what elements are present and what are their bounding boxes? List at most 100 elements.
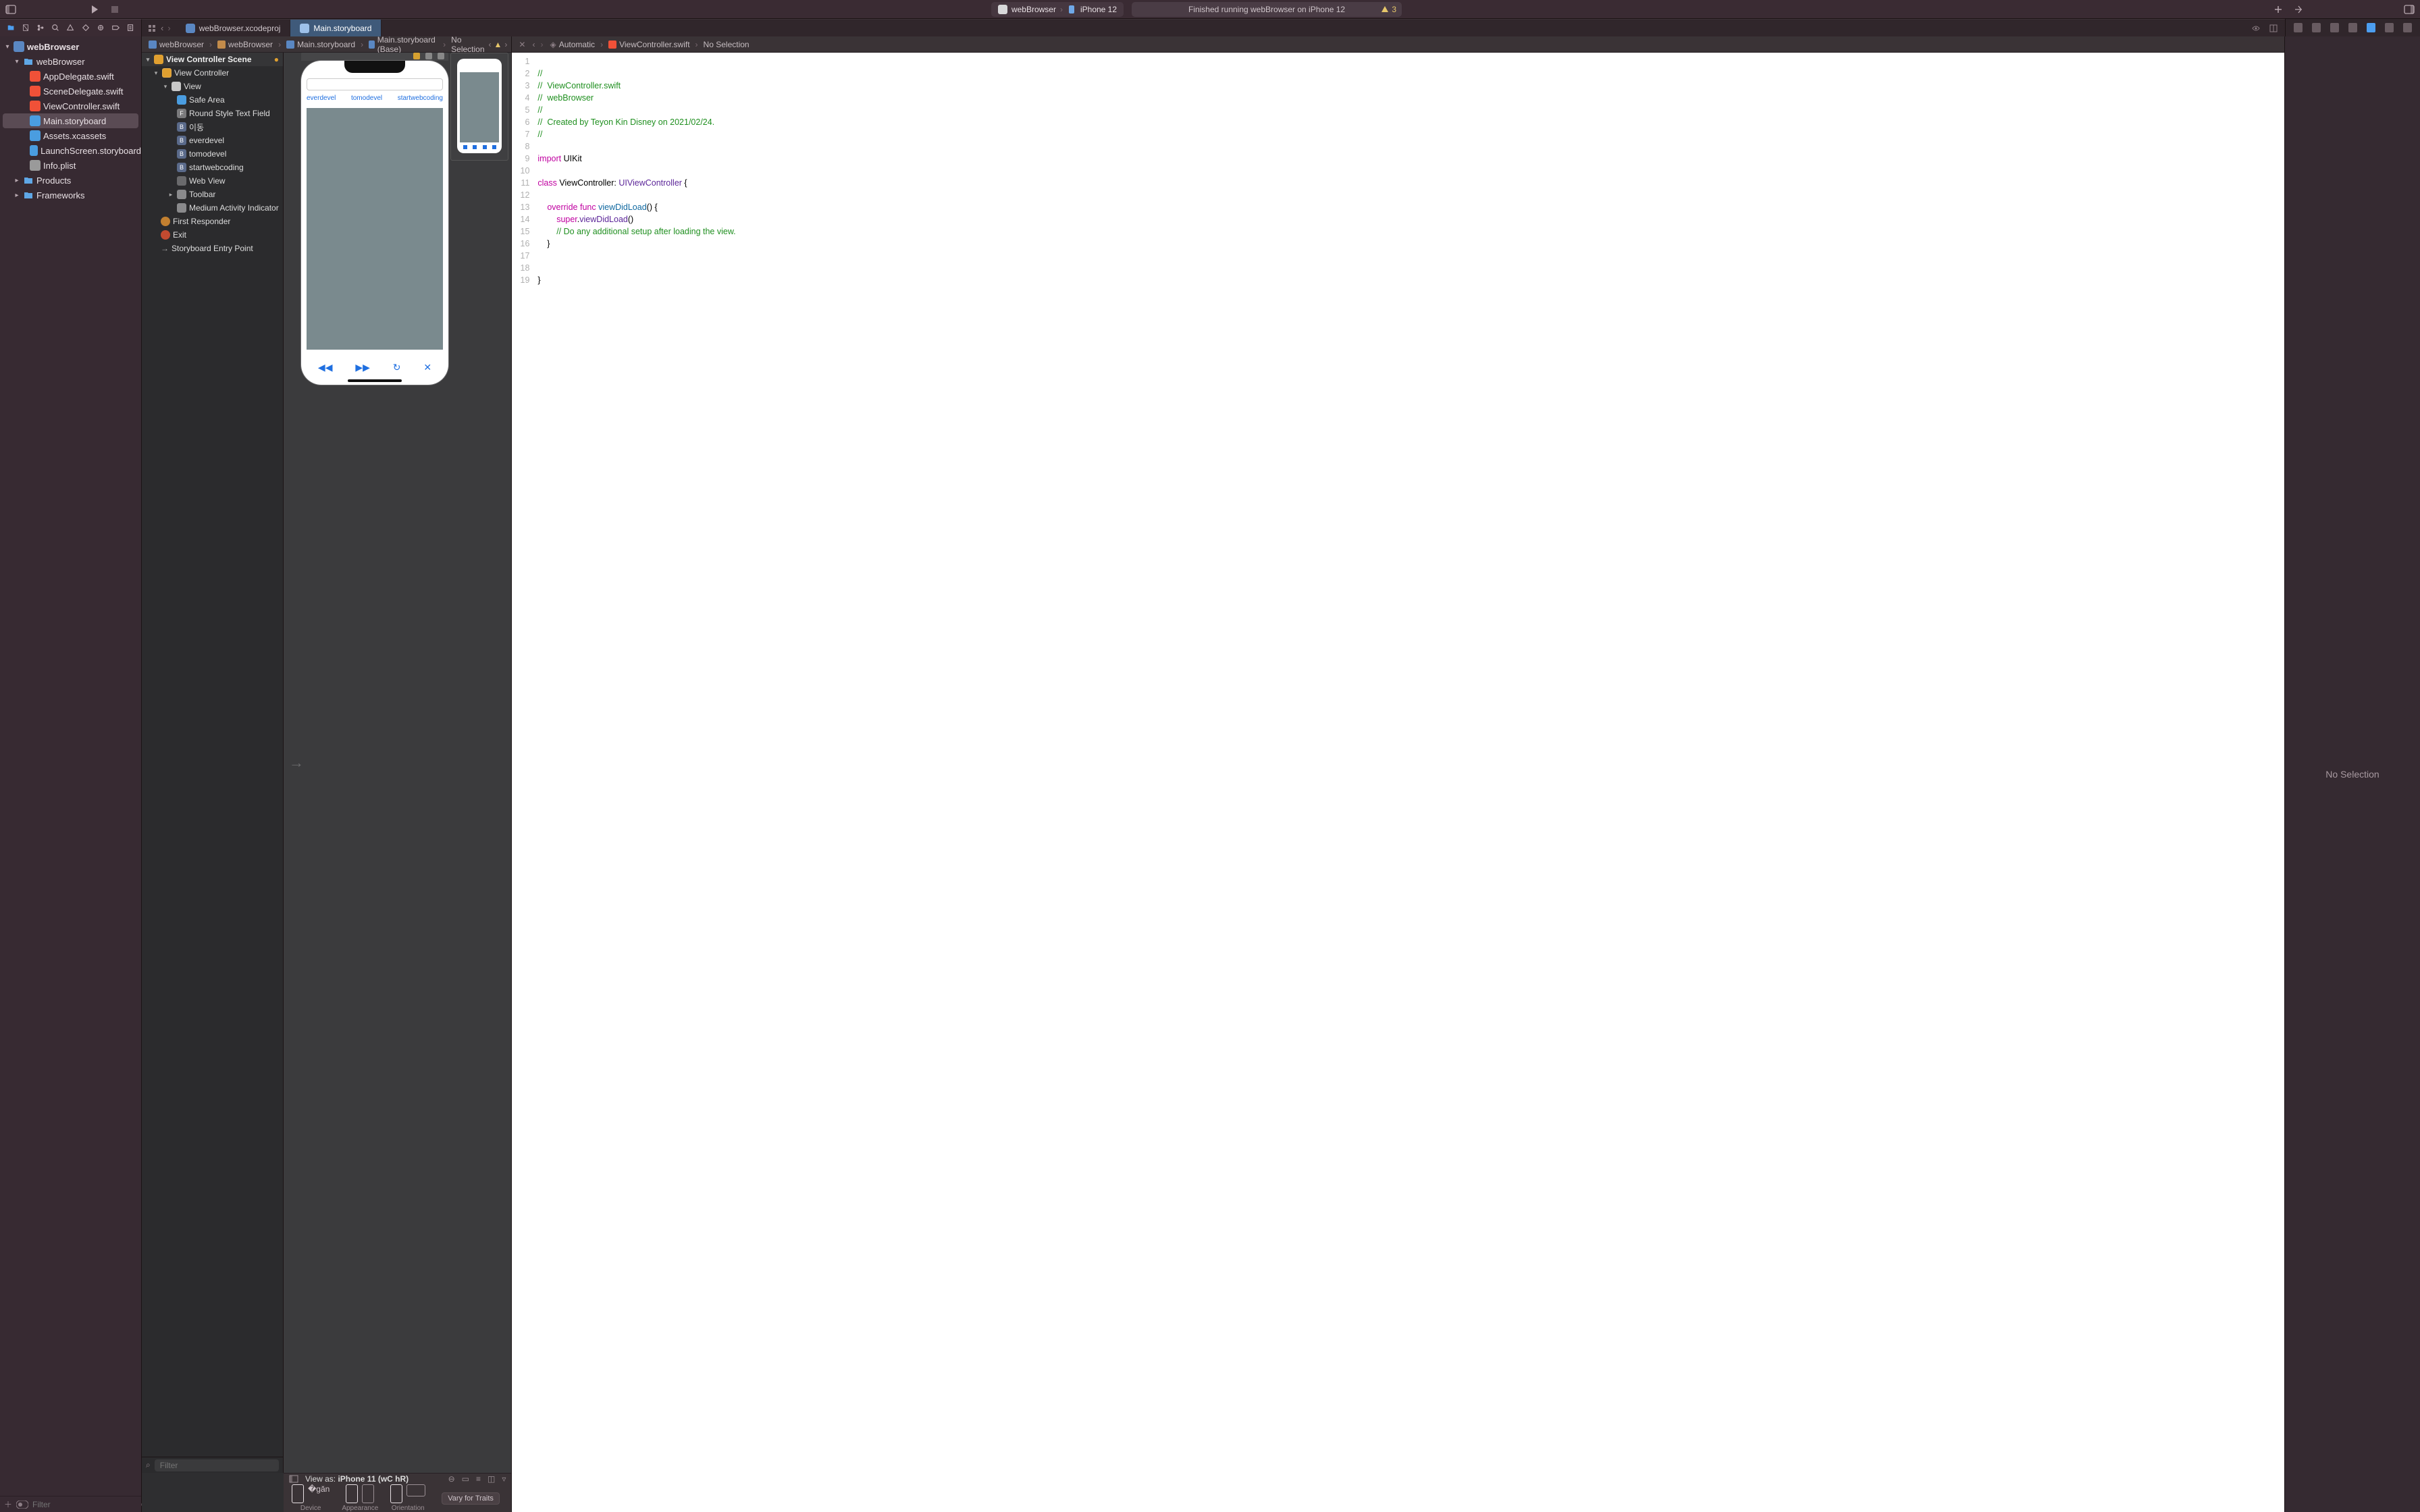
zoom-out-icon[interactable]: ⊖ [448,1474,455,1484]
vary-for-traits-button[interactable]: Vary for Traits [442,1492,500,1505]
crumb-label[interactable]: Main.storyboard (Base) [377,35,438,54]
crumb-label[interactable]: ViewController.swift [619,40,689,49]
appearance-selector[interactable]: Appearance [342,1484,378,1512]
symbol-navigator-icon[interactable] [36,23,45,34]
stop-button[interactable] [109,4,120,15]
disclosure-icon[interactable]: ▾ [162,83,169,90]
crumb-label[interactable]: webBrowser [159,40,204,49]
find-navigator-icon[interactable] [51,23,59,34]
outline-activity[interactable]: Medium Activity Indicator [142,201,283,215]
navigator-filter-input[interactable] [32,1500,137,1509]
pin-icon[interactable]: ◫ [488,1474,495,1484]
outline-btn-go[interactable]: B 이동 [142,120,283,134]
scene-first-responder-icon[interactable] [425,53,432,59]
mock-webview[interactable] [307,108,443,350]
scene-exit-icon[interactable] [438,53,444,59]
document-outline[interactable]: ▾ View Controller Scene ● ▾ View Control… [142,53,284,1473]
jump-warning-icon[interactable]: ▲ [494,40,502,49]
adjust-editor-icon[interactable] [2269,24,2278,33]
outline-entry[interactable]: → Storyboard Entry Point [142,242,283,255]
scene-vc-icon[interactable] [413,53,420,59]
file-inspector-icon[interactable] [2294,23,2303,32]
tree-file-infoplist[interactable]: Info.plist [0,158,141,173]
resolve-issues-icon[interactable]: ▿ [502,1474,506,1484]
size-inspector-icon[interactable] [2385,23,2394,32]
view-as-label[interactable]: View as: iPhone 11 (wC hR) [305,1474,409,1484]
crumb-label[interactable]: Automatic [559,40,595,49]
jump-back-icon[interactable]: ‹ [529,40,537,49]
mock-link-tomodevel[interactable]: tomodevel [351,94,382,105]
project-navigator-icon[interactable] [7,23,15,34]
toggle-left-panel-icon[interactable] [5,4,16,15]
crumb-label[interactable]: No Selection [451,35,484,54]
outline-toolbar[interactable]: ▸ Toolbar [142,188,283,201]
mock-url-field[interactable] [307,78,443,90]
jump-back-icon[interactable]: ‹ [489,40,492,49]
mock-link-startwebcoding[interactable]: startwebcoding [398,94,443,105]
outline-scene[interactable]: ▾ View Controller Scene ● [142,53,283,66]
tree-file-assets[interactable]: Assets.xcassets [0,128,141,143]
align-icon[interactable]: ≡ [476,1474,481,1484]
tree-file-scenedelegate[interactable]: SceneDelegate.swift [0,84,141,99]
jump-forward-icon[interactable]: › [504,40,507,49]
scheme-selector[interactable]: webBrowser › iPhone 12 [991,2,1124,17]
tab-forward-icon[interactable]: › [167,23,170,33]
breakpoint-navigator-icon[interactable] [111,23,120,34]
debug-navigator-icon[interactable] [97,23,105,34]
tree-group[interactable]: ▾ webBrowser [0,54,141,69]
toggle-right-panel-icon[interactable] [2404,4,2415,15]
disclosure-icon[interactable]: ▾ [14,58,20,65]
outline-vc[interactable]: ▾ View Controller [142,66,283,80]
tab-back-icon[interactable]: ‹ [161,23,163,33]
mock-back-icon[interactable]: ◀◀ [318,362,333,373]
connections-inspector-icon[interactable] [2403,23,2412,32]
mock-reload-icon[interactable]: ↻ [393,362,401,373]
tree-file-appdelegate[interactable]: AppDelegate.swift [0,69,141,84]
filter-icon[interactable]: ⌕ [146,1460,151,1470]
storyboard-canvas[interactable]: → everdevel tomodevel startwebcoding ◀◀ … [284,53,511,1473]
tree-products[interactable]: ▸ Products [0,173,141,188]
close-assistant-icon[interactable]: ✕ [515,40,529,49]
device-selector[interactable]: �găn Device [292,1484,330,1512]
source-code-area[interactable]: 123 456 789 101112 131415 161718 19 // /… [512,53,2284,1512]
report-navigator-icon[interactable] [126,23,134,34]
run-button[interactable] [89,4,100,15]
code-review-icon[interactable] [2251,24,2261,33]
orientation-portrait[interactable] [390,1484,402,1503]
related-items-icon[interactable] [147,24,157,33]
tree-file-viewcontroller[interactable]: ViewController.swift [0,99,141,113]
tab-project[interactable]: webBrowser.xcodeproj [176,20,291,36]
source-control-navigator-icon[interactable] [22,23,30,34]
outline-btn-tomodevel[interactable]: B tomodevel [142,147,283,161]
orientation-landscape[interactable] [406,1484,425,1496]
device-option[interactable] [292,1484,304,1503]
help-inspector-icon[interactable] [2330,23,2339,32]
appearance-light[interactable] [346,1484,358,1503]
outline-filter-input[interactable] [155,1459,279,1472]
mock-stop-icon[interactable]: ✕ [423,362,431,373]
source-jumpbar[interactable]: ✕ ‹ › ◈ Automatic › ViewController.swift… [512,36,2284,53]
outline-btn-everdevel[interactable]: B everdevel [142,134,283,147]
tree-root[interactable]: ▾ webBrowser [0,39,141,54]
embed-in-icon[interactable]: ▭ [462,1474,469,1484]
mock-link-everdevel[interactable]: everdevel [307,94,336,105]
orientation-selector[interactable]: Orientation [390,1484,425,1512]
jump-forward-icon[interactable]: › [537,40,546,49]
appearance-dark[interactable] [362,1484,374,1503]
disclosure-icon[interactable]: ▾ [4,43,11,51]
tree-file-mainstoryboard[interactable]: Main.storyboard [3,113,138,128]
add-editor-icon[interactable] [2273,4,2284,15]
test-navigator-icon[interactable] [82,23,90,34]
file-tree[interactable]: ▾ webBrowser ▾ webBrowser AppDelegate.sw… [0,36,141,1496]
toggle-outline-icon[interactable] [289,1474,298,1484]
crumb-label[interactable]: No Selection [704,40,749,49]
device-mockup[interactable]: everdevel tomodevel startwebcoding ◀◀ ▶▶… [301,61,448,385]
history-inspector-icon[interactable] [2312,23,2321,32]
device-stepper[interactable]: �găn [308,1484,330,1503]
outline-exit[interactable]: Exit [142,228,283,242]
status-warning[interactable]: 3 [1381,5,1396,14]
mock-forward-icon[interactable]: ▶▶ [355,362,370,373]
outline-safearea[interactable]: Safe Area [142,93,283,107]
library-icon[interactable] [2293,4,2304,15]
crumb-label[interactable]: webBrowser [228,40,273,49]
